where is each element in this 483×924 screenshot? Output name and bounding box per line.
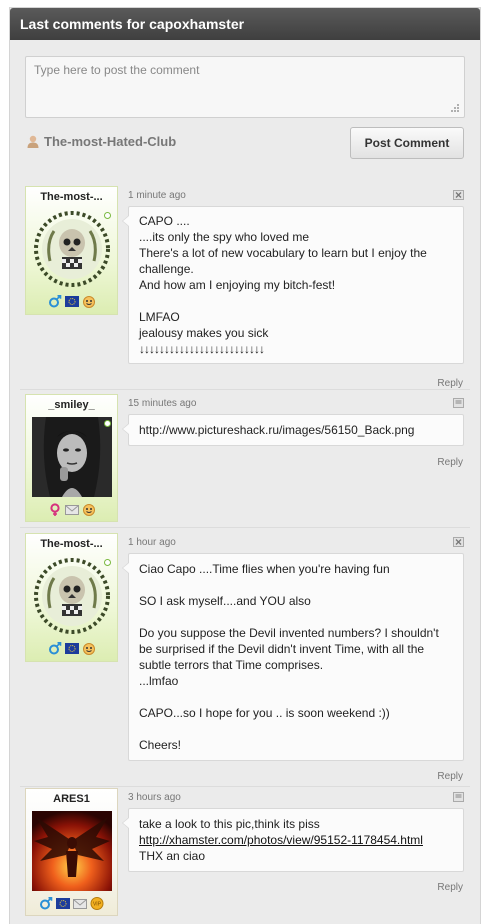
divider xyxy=(20,527,470,528)
comment-body: Ciao Capo ....Time flies when you're hav… xyxy=(122,553,464,761)
user-card[interactable]: ARES1 VIP xyxy=(25,788,118,916)
comment-line xyxy=(139,293,453,309)
comment-username[interactable]: ARES1 xyxy=(26,793,117,805)
male-icon xyxy=(48,294,61,307)
comment-line: SO I ask myself....and YOU also xyxy=(139,594,311,608)
message-icon[interactable] xyxy=(453,792,464,802)
comment-item: _smiley_ 15 minutes ago http://www.pictu… xyxy=(25,394,465,524)
eu-flag-icon xyxy=(64,642,79,654)
close-icon[interactable] xyxy=(453,537,464,547)
message-icon[interactable] xyxy=(453,398,464,408)
panel-title: Last comments for capoxhamster xyxy=(10,8,480,40)
online-status-icon xyxy=(104,212,111,219)
mail-icon xyxy=(64,504,79,515)
reply-link[interactable]: Reply xyxy=(437,457,463,468)
comment-line: LMFAO xyxy=(139,310,180,324)
comment-username[interactable]: The-most-... xyxy=(26,191,117,203)
comment-input[interactable] xyxy=(26,57,464,117)
reply-link[interactable]: Reply xyxy=(437,882,463,893)
comment-line: Cheers! xyxy=(139,738,182,752)
vip-icon: VIP xyxy=(90,896,104,910)
divider xyxy=(20,786,470,787)
resize-grip-icon[interactable] xyxy=(450,103,460,113)
comment-item: The-most-... 1 minute ago CAPO .... ....… xyxy=(25,186,465,389)
avatar[interactable] xyxy=(31,417,112,497)
online-status-icon xyxy=(104,559,111,566)
user-icon xyxy=(27,135,39,148)
close-icon[interactable] xyxy=(453,190,464,200)
avatar[interactable] xyxy=(32,556,112,636)
comment-line: take a look to this pic,think its piss xyxy=(139,817,320,831)
comment-line: CAPO .... xyxy=(139,214,190,228)
divider xyxy=(20,389,470,390)
user-card[interactable]: The-most-... xyxy=(25,533,118,662)
comment-time: 1 minute ago xyxy=(128,190,186,201)
comment-item: The-most-... 1 hour ago Ciao Capo ....Ti… xyxy=(25,533,465,783)
comment-line xyxy=(139,609,453,625)
comment-body: http://www.pictureshack.ru/images/56150_… xyxy=(122,414,464,446)
comment-line: ...lmfao xyxy=(139,674,179,688)
emoji-icon xyxy=(82,642,95,655)
comment-line: Do you suppose the Devil invented number… xyxy=(139,626,439,672)
comment-time: 3 hours ago xyxy=(128,792,181,803)
comment-line xyxy=(139,689,453,705)
comment-line: http://www.pictureshack.ru/images/56150_… xyxy=(139,423,415,437)
comment-line: jealousy makes you sick xyxy=(139,326,269,340)
eu-flag-icon xyxy=(64,295,79,307)
comment-item: ARES1 VIP 3 hours ago take a look to thi… xyxy=(25,788,465,918)
user-badges: VIP xyxy=(26,896,117,910)
comment-input-box[interactable] xyxy=(25,56,465,118)
reply-link[interactable]: Reply xyxy=(437,771,463,782)
comment-time: 15 minutes ago xyxy=(128,398,197,409)
comment-time: 1 hour ago xyxy=(128,537,176,548)
user-badges xyxy=(26,294,117,308)
comment-body: take a look to this pic,think its piss h… xyxy=(122,808,464,872)
comment-link[interactable]: http://xhamster.com/photos/view/95152-11… xyxy=(139,833,423,847)
comment-line: ↓↓↓↓↓↓↓↓↓↓↓↓↓↓↓↓↓↓↓↓↓↓↓↓↓ xyxy=(139,342,265,356)
user-card[interactable]: The-most-... xyxy=(25,186,118,315)
avatar[interactable] xyxy=(32,209,112,289)
comment-body: CAPO .... ....its only the spy who loved… xyxy=(122,206,464,364)
female-icon xyxy=(49,502,60,516)
comment-username[interactable]: The-most-... xyxy=(26,538,117,550)
comment-line: Ciao Capo ....Time flies when you're hav… xyxy=(139,562,390,576)
comment-line: ....its only the spy who loved me xyxy=(139,230,310,244)
comment-line xyxy=(139,721,453,737)
eu-flag-icon xyxy=(56,897,70,909)
avatar[interactable] xyxy=(31,811,112,891)
user-badges xyxy=(26,641,117,655)
user-badges xyxy=(26,502,117,516)
reply-link[interactable]: Reply xyxy=(437,378,463,389)
male-icon xyxy=(48,641,61,654)
comment-line: THX an ciao xyxy=(139,849,206,863)
comment-line xyxy=(139,577,453,593)
user-card[interactable]: _smiley_ xyxy=(25,394,118,522)
poster-name: The-most-Hated-Club xyxy=(44,134,177,149)
posting-as: The-most-Hated-Club xyxy=(27,134,176,149)
comment-line: There's a lot of new vocabulary to learn… xyxy=(139,246,427,276)
comment-line: And how am I enjoying my bitch-fest! xyxy=(139,278,336,292)
post-comment-button[interactable]: Post Comment xyxy=(350,127,464,159)
comments-panel: Last comments for capoxhamster The-most-… xyxy=(9,7,481,924)
male-icon xyxy=(40,896,53,909)
online-status-icon xyxy=(104,420,111,427)
svg-text:VIP: VIP xyxy=(93,901,102,907)
mail-icon xyxy=(73,898,87,909)
comment-username[interactable]: _smiley_ xyxy=(26,399,117,411)
emoji-icon xyxy=(82,503,95,516)
comment-line: CAPO...so I hope for you .. is soon week… xyxy=(139,706,390,720)
emoji-icon xyxy=(82,295,95,308)
